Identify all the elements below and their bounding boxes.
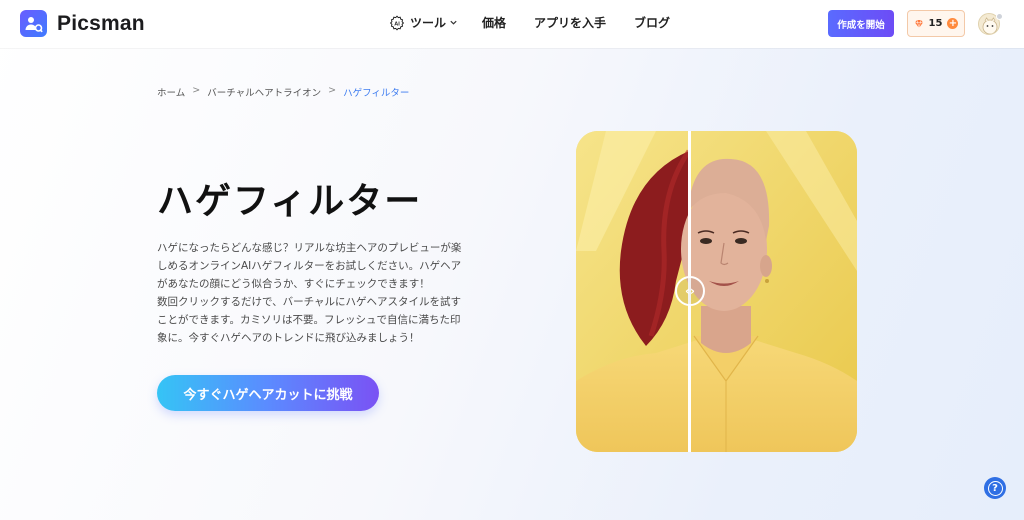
breadcrumb-home[interactable]: ホーム xyxy=(157,85,185,99)
description-line: があなたの顔にどう似合うか、すぐにチェックできます！ xyxy=(157,278,430,290)
try-bald-haircut-button[interactable]: 今すぐハゲヘアカットに挑戦 xyxy=(157,375,379,411)
description-line: 象に。今すぐハゲヘアのトレンドに飛び込みましょう！ xyxy=(157,332,420,344)
nav-pricing[interactable]: 価格 xyxy=(482,14,506,31)
description-line: 数回クリックするだけで、バーチャルにハゲヘアスタイルを試す xyxy=(157,296,461,308)
gem-icon xyxy=(914,19,923,28)
breadcrumb-separator: > xyxy=(328,85,337,96)
chevron-down-icon xyxy=(450,20,457,25)
logo-icon xyxy=(20,10,47,37)
main-nav: AI ツール 価格 アプリを入手 ブログ xyxy=(389,14,698,31)
credits-badge[interactable]: 15 + xyxy=(907,10,965,37)
nav-get-app-label: アプリを入手 xyxy=(534,16,607,30)
nav-pricing-label: 価格 xyxy=(482,16,507,30)
nav-get-app[interactable]: アプリを入手 xyxy=(534,14,606,31)
nav-blog[interactable]: ブログ xyxy=(634,14,670,31)
description-line: しめるオンラインAIハゲフィルターをお試しください。ハゲヘア xyxy=(157,260,462,272)
nav-tools[interactable]: AI ツール xyxy=(389,14,458,31)
breadcrumb: ホーム > バーチャルヘアトライオン > ハゲフィルター xyxy=(157,85,409,99)
credits-count: 15 xyxy=(928,18,943,29)
add-credits-icon[interactable]: + xyxy=(947,18,959,29)
breadcrumb-virtual-hair[interactable]: バーチャルヘアトライオン xyxy=(207,85,321,99)
nav-blog-label: ブログ xyxy=(634,16,671,30)
description-line: ハゲになったらどんな感じ？リアルな坊主ヘアのプレビューが楽 xyxy=(157,242,462,254)
breadcrumb-separator: > xyxy=(192,85,201,96)
ai-gear-icon: AI xyxy=(389,14,405,31)
portrait-illustration xyxy=(576,131,857,452)
avatar-status-dot xyxy=(996,13,1003,20)
top-header: Picsman AI ツール 価格 アプリを入手 ブログ 作成を開始 15 + xyxy=(0,0,1024,48)
description-line: ことができます。カミソリは不要。フレッシュで自信に満ちた印 xyxy=(157,314,461,326)
before-after-compare[interactable] xyxy=(576,131,857,452)
breadcrumb-current: ハゲフィルター xyxy=(343,88,410,99)
start-creating-button[interactable]: 作成を開始 xyxy=(828,10,894,37)
nav-tools-label: ツール xyxy=(410,16,447,30)
help-button[interactable]: ? xyxy=(984,477,1006,499)
brand-name: Picsman xyxy=(57,11,145,35)
hero-description: ハゲになったらどんな感じ？リアルな坊主ヘアのプレビューが楽 しめるオンラインAI… xyxy=(157,239,497,347)
svg-text:AI: AI xyxy=(394,21,400,27)
page-title: ハゲフィルター xyxy=(157,181,423,222)
brand-logo[interactable]: Picsman xyxy=(20,10,145,37)
question-icon: ? xyxy=(987,480,1003,496)
compare-slider-handle[interactable]: ‹› xyxy=(675,276,705,306)
